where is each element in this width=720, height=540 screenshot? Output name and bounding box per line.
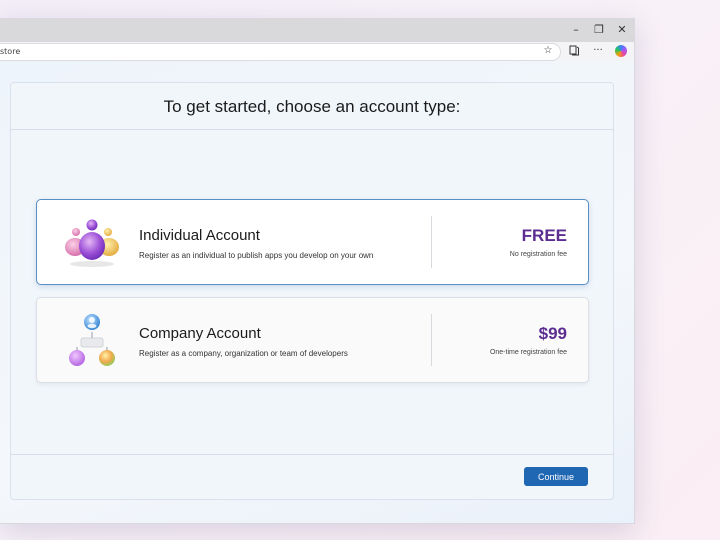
address-bar[interactable]: store bbox=[0, 43, 561, 61]
title-bar: – ❐ ✕ bbox=[0, 19, 634, 42]
price-note: One-time registration fee bbox=[489, 349, 567, 356]
copilot-icon[interactable] bbox=[615, 45, 627, 57]
price-label: $99 bbox=[538, 324, 567, 343]
restore-button[interactable]: ❐ bbox=[589, 22, 609, 38]
price-label: FREE bbox=[521, 226, 567, 245]
option-divider bbox=[431, 314, 432, 366]
continue-button[interactable]: Continue bbox=[524, 467, 588, 486]
price-note: No registration fee bbox=[509, 251, 567, 258]
more-icon[interactable]: ··· bbox=[591, 44, 605, 58]
option-description: Register as an individual to publish app… bbox=[139, 251, 374, 260]
footer-divider bbox=[11, 454, 613, 455]
option-description: Register as a company, organization or t… bbox=[139, 349, 348, 358]
minimize-button[interactable]: – bbox=[566, 22, 586, 38]
option-divider bbox=[431, 216, 432, 268]
dialog-title: To get started, choose an account type: bbox=[11, 83, 613, 130]
option-title: Individual Account bbox=[139, 227, 260, 244]
account-type-dialog: To get started, choose an account type: bbox=[10, 82, 614, 500]
individual-account-option[interactable]: Individual Account Register as an indivi… bbox=[36, 199, 589, 285]
option-title: Company Account bbox=[139, 325, 261, 342]
favorites-star-icon[interactable]: ☆ bbox=[541, 44, 555, 58]
collections-icon[interactable] bbox=[567, 44, 581, 58]
browser-toolbar: store ☆ ··· bbox=[0, 42, 634, 61]
company-org-icon bbox=[63, 312, 121, 368]
individual-people-icon bbox=[63, 214, 121, 270]
close-button[interactable]: ✕ bbox=[612, 22, 632, 38]
company-account-option[interactable]: Company Account Register as a company, o… bbox=[36, 297, 589, 383]
